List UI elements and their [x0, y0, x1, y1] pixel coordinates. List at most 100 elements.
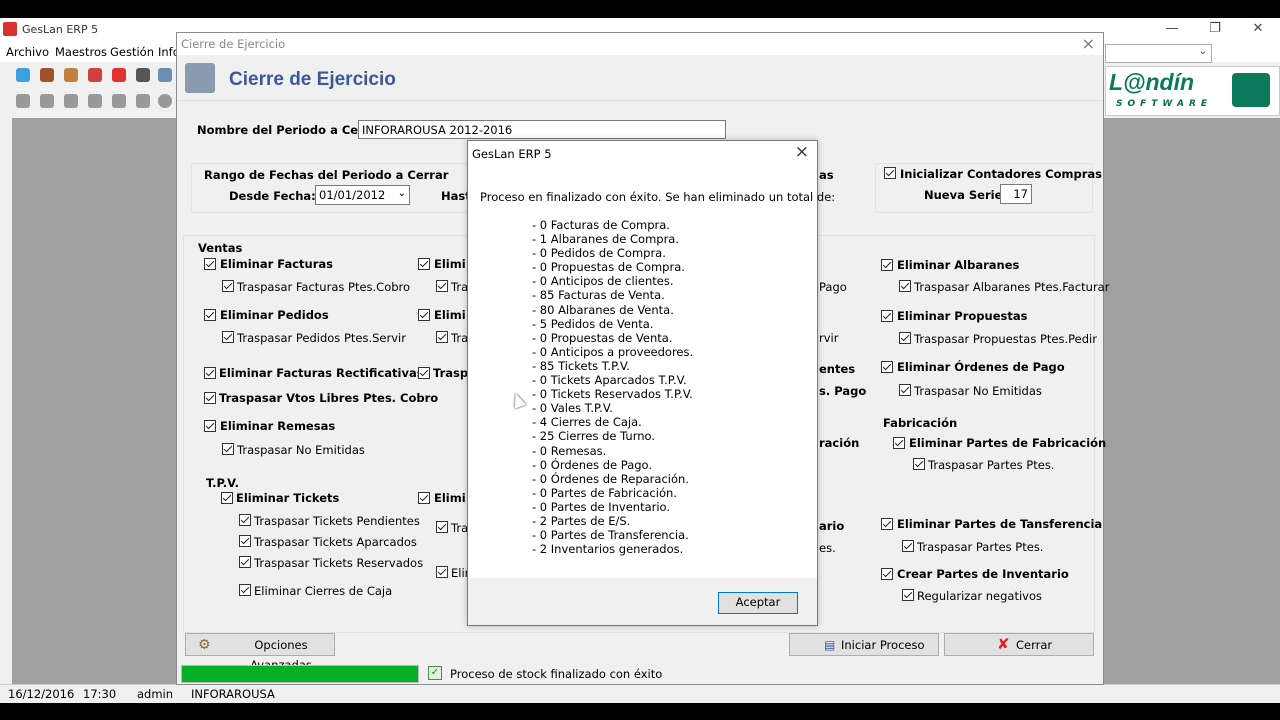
top-combo[interactable]: ⌄	[1105, 44, 1212, 63]
copy-icon[interactable]	[112, 94, 126, 108]
eliminar-cierres-label: Eliminar Cierres de Caja	[254, 584, 393, 598]
dialog-titlebar: Cierre de Ejercicio ×	[177, 33, 1103, 55]
iniciar-proceso-button[interactable]: ▤ Iniciar Proceso	[789, 633, 939, 656]
col2-check-a1[interactable]	[418, 258, 430, 270]
status-date: 16/12/2016	[8, 687, 75, 701]
col2-check-a2[interactable]	[436, 280, 448, 292]
msgbox-footer: Aceptar	[468, 578, 817, 625]
traspasar-propuestas-checkbox[interactable]	[899, 332, 911, 344]
car-icon[interactable]	[112, 68, 126, 82]
eliminar-partes-fab-checkbox[interactable]	[893, 437, 905, 449]
traspasar-no-emitidas-label: Traspasar No Emitidas	[237, 443, 365, 457]
fabricacion-title: Fabricación	[883, 416, 958, 430]
delete-icon[interactable]	[40, 94, 54, 108]
document-icon[interactable]	[136, 94, 150, 108]
eliminar-ordenes-checkbox[interactable]	[881, 361, 893, 373]
init-compras-label: Inicializar Contadores Compras	[900, 167, 1103, 181]
msgbox-item: - 0 Órdenes de Pago.	[532, 457, 653, 472]
eliminar-remesas-checkbox[interactable]	[204, 420, 216, 432]
col3-label-f: ario	[819, 519, 845, 533]
aceptar-button[interactable]: Aceptar	[718, 592, 798, 614]
eliminar-remesas-label: Eliminar Remesas	[220, 419, 336, 433]
circle-icon[interactable]	[158, 94, 172, 108]
chevron-down-icon: ⌄	[397, 188, 406, 199]
eliminar-tickets-checkbox[interactable]	[221, 492, 233, 504]
compras-trunc: as	[819, 168, 834, 182]
col2-check-e1[interactable]	[436, 566, 448, 578]
col2-label-d1: Elimi	[434, 491, 466, 505]
traspasar-tickets-reserv-checkbox[interactable]	[239, 556, 251, 568]
eliminar-partes-fab-label: Eliminar Partes de Fabricación	[909, 436, 1107, 450]
traspasar-no-emitidas-2-checkbox[interactable]	[899, 384, 911, 396]
tpv-title: T.P.V.	[206, 476, 239, 490]
toolbar-secondary	[0, 88, 180, 114]
col3-label-a: Pago	[819, 280, 847, 294]
user-icon[interactable]	[64, 68, 78, 82]
col2-check-d2[interactable]	[436, 521, 448, 533]
maximize-icon[interactable]: ❐	[1200, 21, 1230, 36]
eliminar-partes-transf-checkbox[interactable]	[881, 518, 893, 530]
traspasar-albaranes-checkbox[interactable]	[899, 280, 911, 292]
msgbox-close-icon[interactable]: ×	[795, 142, 809, 162]
traspasar-vtos-checkbox[interactable]	[204, 392, 216, 404]
computer-icon	[1232, 73, 1270, 107]
msgbox-item: - 0 Anticipos de clientes.	[532, 274, 674, 289]
from-date-input[interactable]: 01/01/2012 ⌄	[315, 185, 410, 205]
eliminar-partes-transf-label: Eliminar Partes de Tansferencia	[897, 517, 1103, 531]
ventas-title: Ventas	[198, 241, 243, 255]
eliminar-rectificativas-checkbox[interactable]	[204, 367, 216, 379]
init-compras-checkbox[interactable]	[884, 167, 896, 179]
colors-icon[interactable]	[16, 68, 30, 82]
regularizar-checkbox[interactable]	[902, 589, 914, 601]
app-title: GesLan ERP 5	[22, 23, 99, 36]
traspasar-no-emitidas-checkbox[interactable]	[222, 443, 234, 455]
minimize-icon[interactable]: —	[1157, 21, 1187, 36]
msgbox-item: - 0 Propuestas de Compra.	[532, 260, 685, 275]
col2-check-b2[interactable]	[436, 331, 448, 343]
traspasar-tickets-pend-checkbox[interactable]	[239, 514, 251, 526]
traspasar-pedidos-label: Traspasar Pedidos Ptes.Servir	[237, 331, 406, 345]
status-text: Proceso de stock finalizado con éxito	[450, 667, 663, 681]
monitor-icon[interactable]	[136, 68, 150, 82]
msgbox-item: - 0 Vales T.P.V.	[532, 401, 613, 416]
col3-label-c: entes	[819, 362, 856, 376]
msgbox-items-list: - 0 Facturas de Compra. - 1 Albaranes de …	[532, 218, 693, 556]
person-icon[interactable]	[88, 68, 102, 82]
col2-label-b1: Elimi	[434, 308, 466, 322]
col2-check-d1[interactable]	[418, 492, 430, 504]
traspasar-tickets-aparc-label: Traspasar Tickets Aparcados	[254, 535, 417, 549]
traspasar-facturas-checkbox[interactable]	[222, 280, 234, 292]
menu-gestion[interactable]: Gestión	[110, 45, 154, 59]
col2-check-c1[interactable]	[418, 367, 430, 379]
menu-maestros[interactable]: Maestros	[55, 45, 107, 59]
traspasar-partes-ptes-checkbox[interactable]	[913, 458, 925, 470]
eliminar-albaranes-checkbox[interactable]	[881, 259, 893, 271]
eliminar-cierres-checkbox[interactable]	[239, 584, 251, 596]
dialog-header: Cierre de Ejercicio	[177, 55, 1103, 101]
traspasar-partes-ptes-label: Traspasar Partes Ptes.	[928, 458, 1055, 472]
print-icon[interactable]	[64, 94, 78, 108]
eliminar-propuestas-checkbox[interactable]	[881, 310, 893, 322]
crear-partes-inv-checkbox[interactable]	[881, 568, 893, 580]
box-icon[interactable]	[40, 68, 54, 82]
period-input[interactable]: INFORAROUSA 2012-2016	[358, 120, 726, 139]
close-icon[interactable]: ✕	[1243, 21, 1273, 36]
tools-icon[interactable]	[88, 94, 102, 108]
traspasar-partes-ptes-2-checkbox[interactable]	[902, 540, 914, 552]
traspasar-tickets-aparc-checkbox[interactable]	[239, 535, 251, 547]
cerrar-button[interactable]: ✘ Cerrar	[944, 633, 1094, 656]
opciones-avanzadas-button[interactable]: ⚙ Opciones Avanzadas	[185, 633, 335, 672]
new-series-input[interactable]: 17	[1000, 184, 1032, 204]
check-icon: ✓	[428, 666, 442, 680]
menu-archivo[interactable]: Archivo	[6, 45, 49, 59]
dialog-close-icon[interactable]: ×	[1082, 34, 1095, 53]
col3-label-b: rvir	[819, 331, 839, 345]
eliminar-facturas-checkbox[interactable]	[204, 258, 216, 270]
col2-check-b1[interactable]	[418, 309, 430, 321]
image-icon[interactable]	[158, 68, 172, 82]
save-icon[interactable]	[16, 94, 30, 108]
eliminar-pedidos-checkbox[interactable]	[204, 309, 216, 321]
traspasar-pedidos-checkbox[interactable]	[222, 331, 234, 343]
msgbox-item: - 85 Facturas de Venta.	[532, 288, 665, 303]
eliminar-tickets-label: Eliminar Tickets	[236, 491, 340, 505]
